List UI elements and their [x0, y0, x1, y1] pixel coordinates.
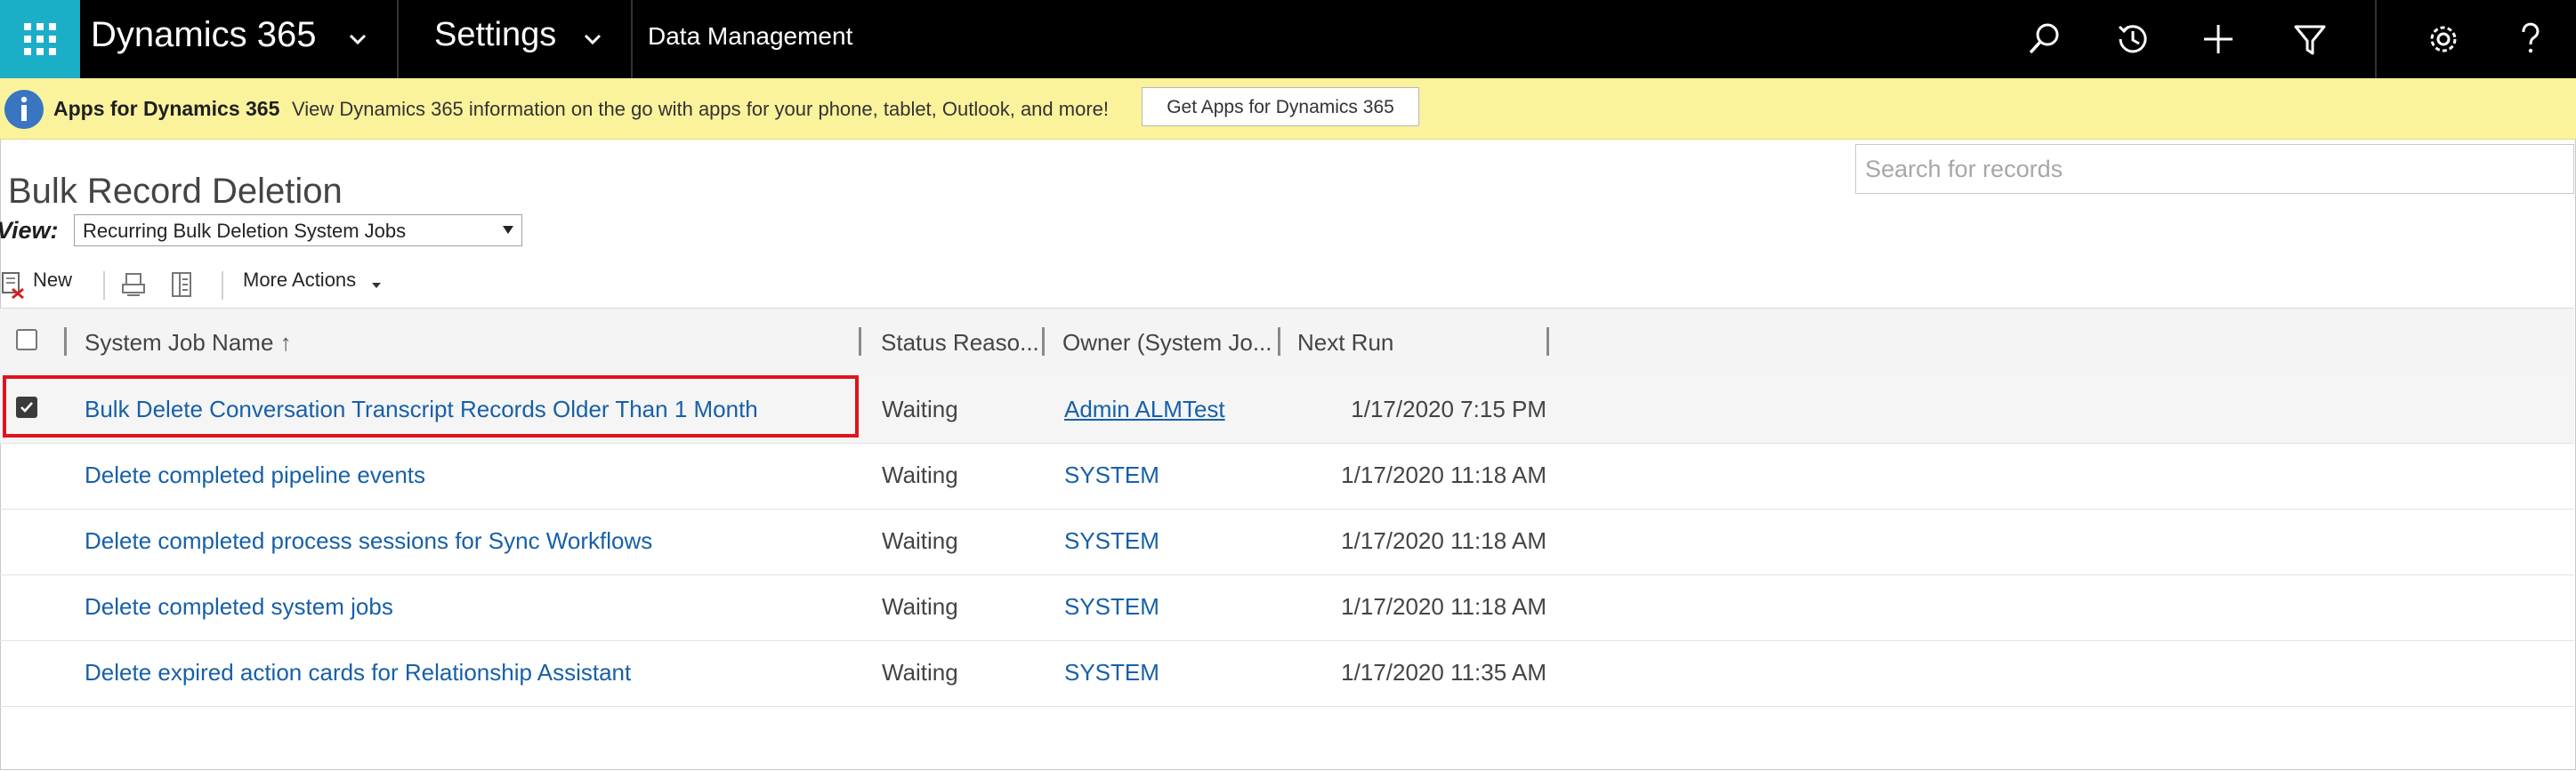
next-run: 1/17/2020 11:35 AM	[1341, 659, 1546, 686]
column-divider[interactable]	[1546, 327, 1549, 356]
command-divider	[103, 271, 105, 300]
recent-icon[interactable]	[2112, 20, 2152, 59]
column-header-next-run[interactable]: Next Run	[1297, 329, 1393, 357]
column-divider[interactable]	[859, 327, 861, 356]
status-reason: Waiting	[882, 659, 958, 686]
next-run: 1/17/2020 11:18 AM	[1341, 593, 1546, 620]
table-row[interactable]: Delete completed pipeline events Waiting…	[0, 443, 2574, 510]
waffle-icon	[24, 23, 56, 55]
new-button[interactable]: New	[33, 269, 72, 292]
report-icon[interactable]	[169, 270, 196, 299]
owner-link[interactable]: SYSTEM	[1064, 462, 1159, 489]
column-divider[interactable]	[1042, 327, 1045, 356]
owner-link[interactable]: Admin ALMTest	[1064, 396, 1225, 423]
more-actions-button[interactable]: More Actions	[243, 269, 356, 292]
column-header-status-reason[interactable]: Status Reaso...	[881, 329, 1039, 357]
status-reason: Waiting	[882, 462, 958, 488]
view-selector[interactable]: Recurring Bulk Deletion System Jobs	[74, 214, 522, 246]
nav-divider	[631, 0, 633, 78]
column-divider[interactable]	[1278, 327, 1280, 356]
notification-message: View Dynamics 365 information on the go …	[292, 98, 1109, 120]
search-icon[interactable]	[2024, 20, 2063, 59]
app-launcher-button[interactable]	[0, 0, 80, 78]
next-run: 1/17/2020 7:15 PM	[1351, 396, 1546, 422]
owner-link[interactable]: SYSTEM	[1064, 593, 1159, 621]
column-header-label: System Job Name	[85, 329, 274, 356]
settings-icon[interactable]	[2424, 20, 2463, 59]
next-run: 1/17/2020 11:18 AM	[1341, 462, 1546, 488]
dropdown-arrow-icon	[503, 226, 513, 234]
table-row[interactable]: Delete expired action cards for Relation…	[0, 640, 2574, 707]
owner-link[interactable]: SYSTEM	[1064, 659, 1159, 687]
select-all-checkbox[interactable]	[16, 329, 37, 350]
view-selector-value: Recurring Bulk Deletion System Jobs	[83, 220, 407, 242]
job-name-link[interactable]: Delete expired action cards for Relation…	[85, 659, 631, 687]
caret-down-icon	[372, 283, 381, 288]
table-row[interactable]: Delete completed system jobs Waiting SYS…	[0, 574, 2574, 641]
job-name-link[interactable]: Delete completed pipeline events	[85, 462, 425, 489]
status-reason: Waiting	[882, 527, 958, 554]
sort-ascending-icon: ↑	[279, 329, 292, 356]
app-name[interactable]: Dynamics 365	[91, 0, 316, 78]
owner-link[interactable]: SYSTEM	[1064, 527, 1159, 555]
status-reason: Waiting	[882, 593, 958, 620]
get-apps-button[interactable]: Get Apps for Dynamics 365	[1142, 87, 1419, 126]
nav-divider	[2375, 0, 2377, 78]
column-header-owner[interactable]: Owner (System Jo...	[1062, 329, 1272, 357]
filter-icon[interactable]	[2290, 20, 2330, 59]
top-nav-bar: Dynamics 365 Settings Data Management	[0, 0, 2576, 78]
chevron-down-icon[interactable]	[580, 27, 605, 52]
chevron-down-icon[interactable]	[345, 27, 370, 52]
column-divider[interactable]	[64, 327, 67, 356]
job-name-link[interactable]: Delete completed process sessions for Sy…	[85, 527, 652, 555]
status-reason: Waiting	[882, 396, 958, 422]
search-input[interactable]	[1855, 144, 2574, 194]
nav-divider	[397, 0, 399, 78]
column-header-system-job-name[interactable]: System Job Name ↑	[85, 329, 292, 357]
table-row[interactable]: Delete completed process sessions for Sy…	[0, 509, 2574, 575]
notification-title: Apps for Dynamics 365	[53, 97, 280, 120]
selection-highlight-box	[3, 375, 859, 438]
help-icon[interactable]	[2511, 20, 2550, 59]
command-divider	[222, 271, 223, 300]
page-title: Bulk Record Deletion	[8, 171, 343, 211]
info-icon	[4, 90, 44, 129]
job-name-link[interactable]: Delete completed system jobs	[85, 593, 393, 621]
next-run: 1/17/2020 11:18 AM	[1341, 527, 1546, 554]
breadcrumb-data-management[interactable]: Data Management	[648, 0, 852, 78]
new-record-icon[interactable]	[0, 271, 27, 300]
view-label: View:	[0, 217, 59, 244]
grid-header	[0, 308, 2574, 379]
print-icon[interactable]	[120, 271, 147, 298]
new-icon[interactable]	[2199, 20, 2238, 59]
area-settings[interactable]: Settings	[434, 0, 556, 78]
